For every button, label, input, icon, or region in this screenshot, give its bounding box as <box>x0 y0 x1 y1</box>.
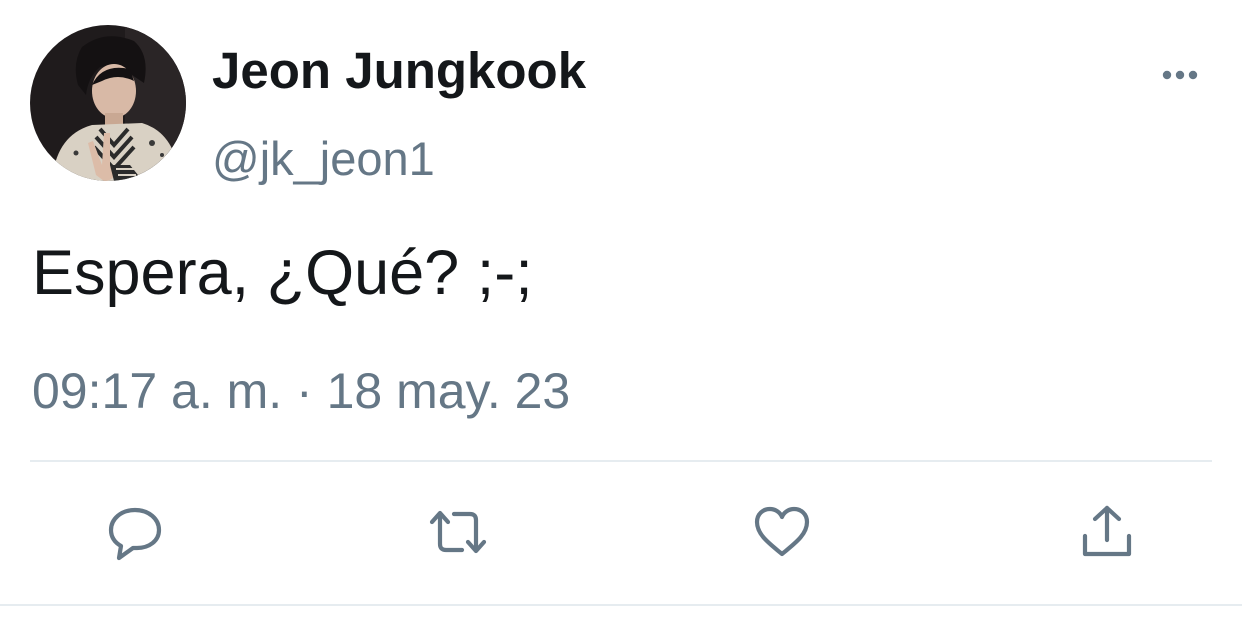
divider <box>0 604 1242 606</box>
tweet-text: Espera, ¿Qué? ;-; <box>32 238 533 308</box>
reply-button[interactable] <box>103 500 167 564</box>
divider <box>30 460 1212 462</box>
like-button[interactable] <box>750 500 814 564</box>
heart-icon <box>754 506 810 557</box>
more-options-button[interactable] <box>1150 60 1210 90</box>
more-horizontal-icon <box>1162 70 1198 80</box>
share-button[interactable] <box>1075 500 1139 564</box>
user-handle[interactable]: @jk_jeon1 <box>212 128 435 190</box>
display-name[interactable]: Jeon Jungkook <box>212 40 586 102</box>
tweet-timestamp[interactable]: 09:17 a. m. · 18 may. 23 <box>32 359 570 423</box>
avatar-photo <box>30 25 186 181</box>
share-icon <box>1082 505 1132 557</box>
avatar[interactable] <box>30 25 186 181</box>
reply-icon <box>108 507 162 561</box>
retweet-button[interactable] <box>426 500 490 564</box>
retweet-icon <box>429 510 487 554</box>
tweet-card: Jeon Jungkook @jk_jeon1 Espera, ¿Qué? ;-… <box>0 0 1242 624</box>
